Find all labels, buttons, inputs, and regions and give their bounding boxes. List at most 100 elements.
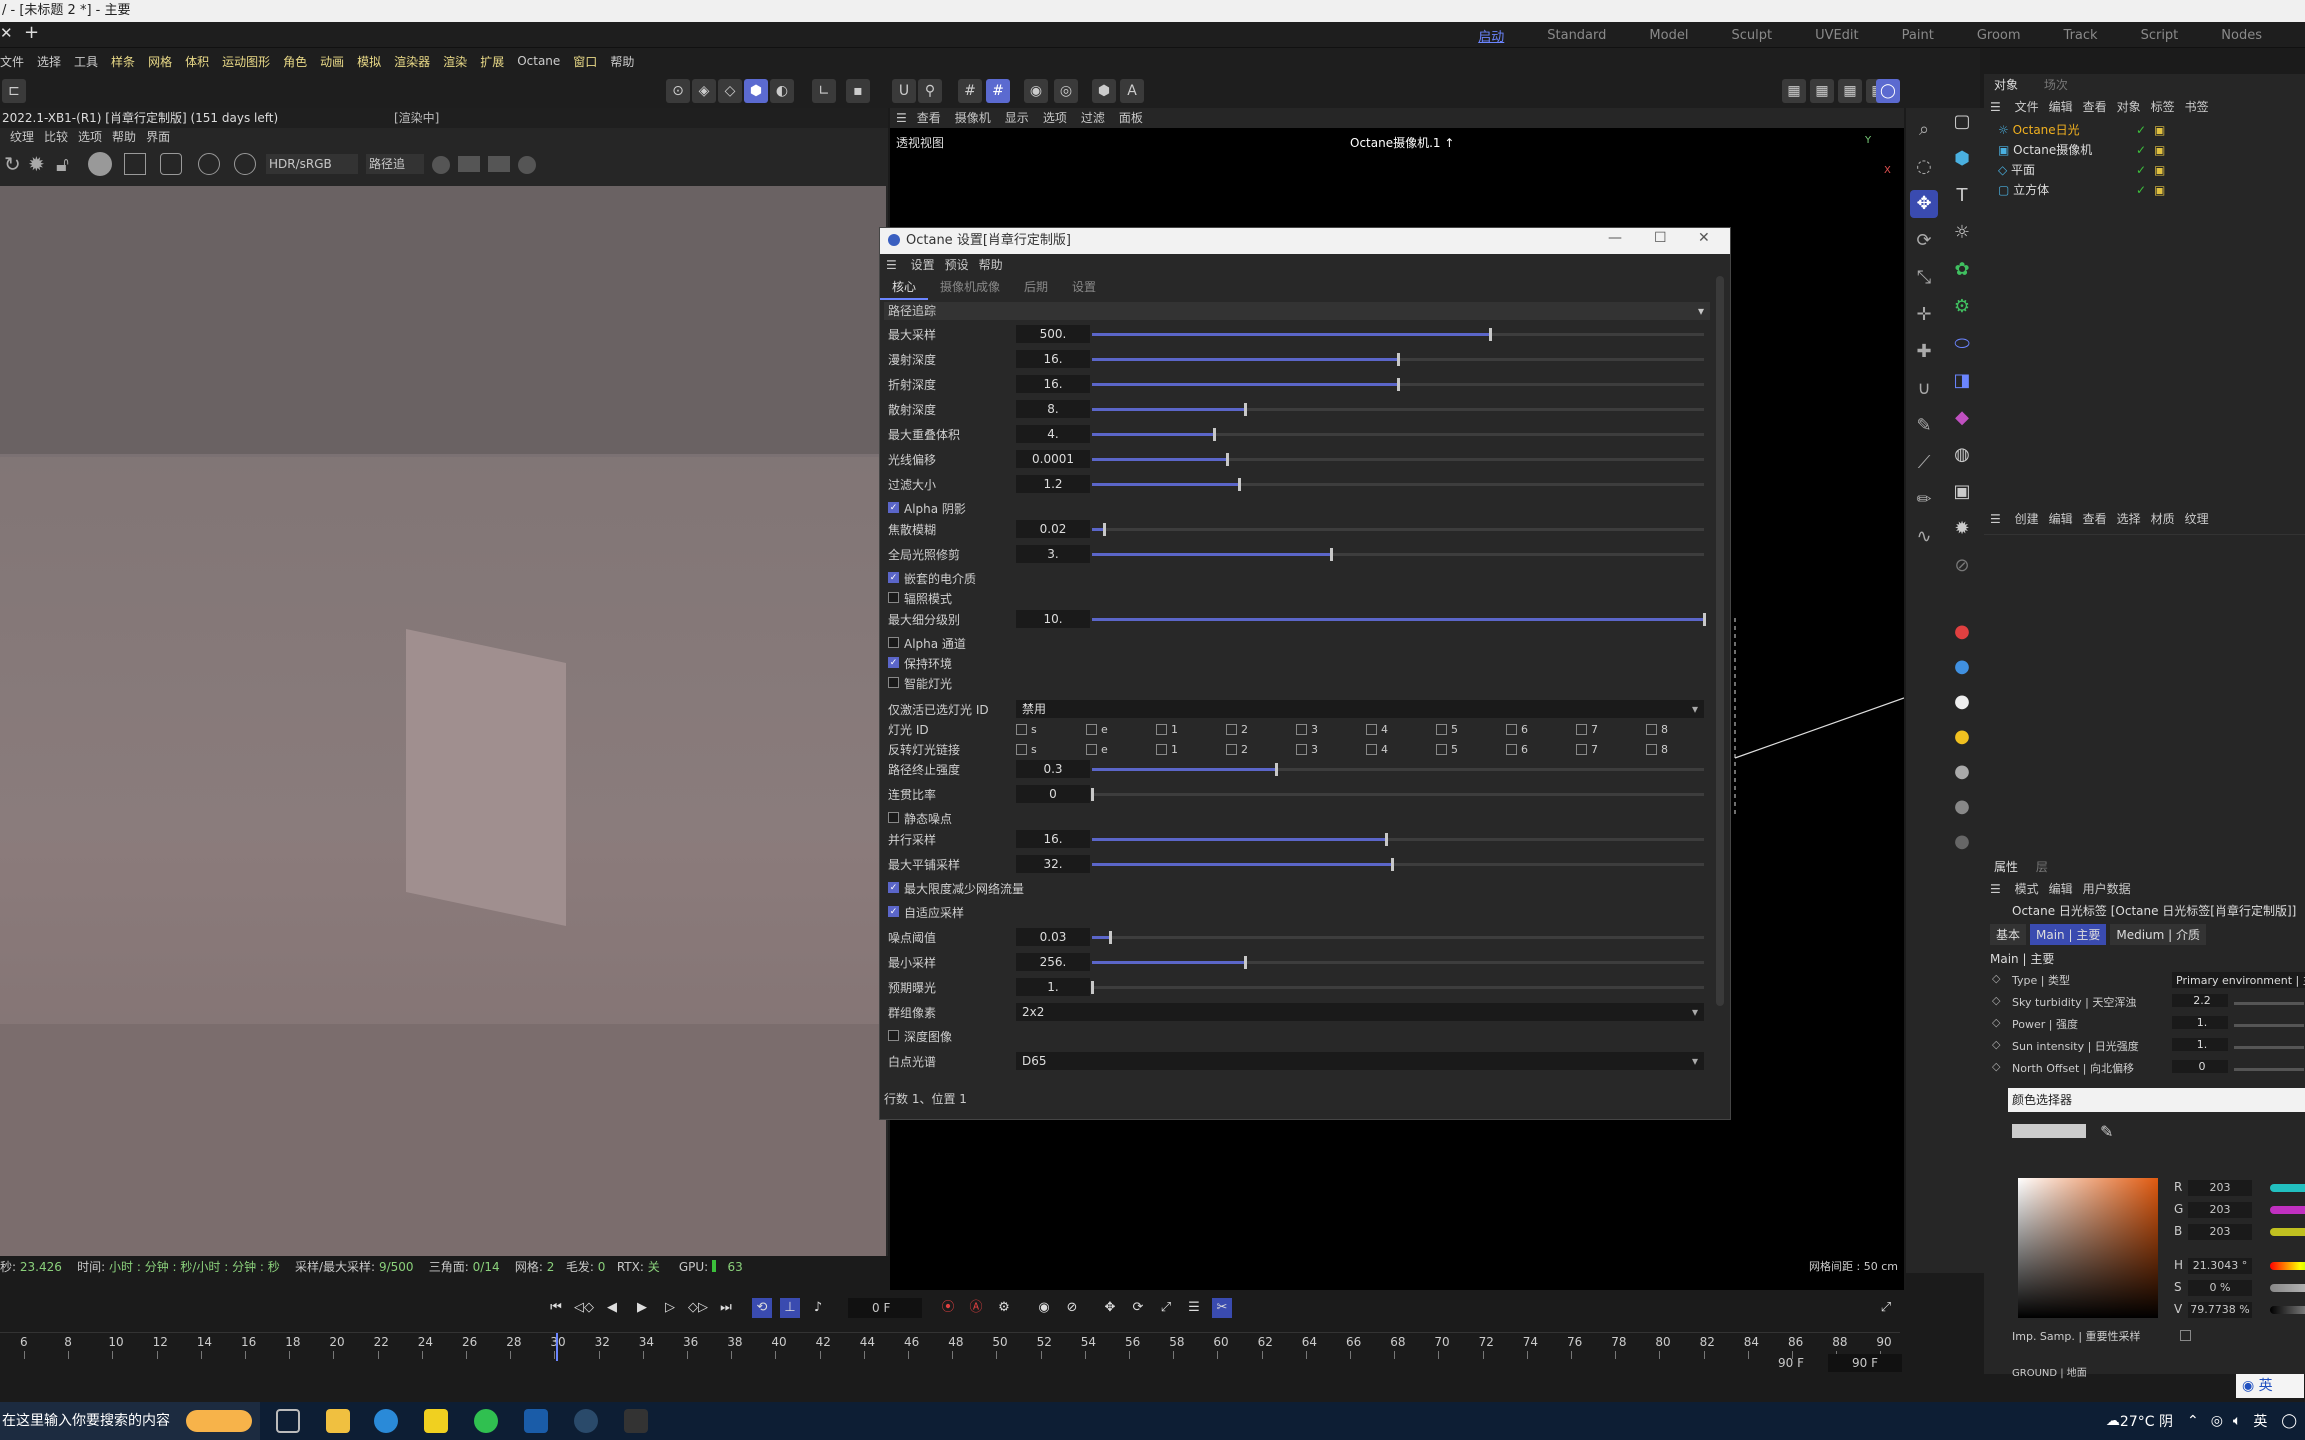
cube-blue-icon[interactable]: ⬢ [1948,145,1976,173]
s-slider[interactable] [2270,1284,2305,1292]
prev-key-icon[interactable]: ◁◇ [574,1298,594,1318]
grid-icon[interactable]: # [958,79,982,103]
param-checkbox[interactable] [888,677,899,688]
current-frame[interactable]: 0 F [848,1298,922,1318]
search-icon[interactable]: ⌕ [1910,116,1938,144]
checkbox-box[interactable] [1156,744,1167,755]
attribute-subtab[interactable]: Medium | 介质 [2110,924,2206,945]
network-icon[interactable]: ◎ [2211,1413,2223,1429]
param-value[interactable]: 256. [1016,953,1090,971]
material-picker-icon[interactable] [234,153,256,175]
channel-icon[interactable] [518,156,536,174]
null-icon[interactable]: ⊘ [1948,552,1976,580]
edge-icon[interactable] [374,1409,398,1433]
s-value[interactable]: 0 % [2188,1280,2252,1296]
app-yellow-icon[interactable] [424,1409,448,1433]
layout-tab[interactable]: Nodes [2221,28,2262,43]
light-id-checkbox[interactable]: 6 [1506,743,1528,756]
move-icon[interactable]: ✥ [1910,190,1938,218]
menu-4[interactable]: 网格 [148,53,172,70]
volume-icon[interactable]: 🔈︎ [2233,1413,2241,1429]
menu-2[interactable]: 工具 [74,53,98,70]
file-explorer-icon[interactable] [326,1409,350,1433]
r-value[interactable]: 203 [2188,1180,2252,1196]
h-value[interactable]: 21.3043 ° [2188,1258,2252,1274]
live-render-icon[interactable]: ◯ [1876,79,1900,103]
scale-key-icon[interactable]: ⤢ [1156,1298,1176,1318]
hamburger-icon[interactable]: ☰ [1990,882,2005,896]
ime-badge[interactable]: ◉ 英 [2236,1374,2304,1398]
light-id-checkbox[interactable]: e [1086,723,1108,736]
live-viewer-menu-item[interactable]: 选项 [78,130,102,144]
slider-knob[interactable] [1244,956,1247,969]
param-value[interactable]: 500. [1016,325,1090,343]
object-mode-icon[interactable]: ⊙ [666,79,690,103]
mograph-icon[interactable]: ◆ [1948,404,1976,432]
imp-samp-checkbox[interactable] [2180,1330,2191,1341]
timeline-mode-icon[interactable]: ⊥ [780,1298,800,1318]
dialog-menu-item[interactable]: 帮助 [979,258,1003,272]
maximize-icon[interactable]: ☐ [1654,230,1667,246]
spline-icon[interactable]: ∿ [1910,523,1938,551]
param-checkbox[interactable] [888,592,899,603]
uv-mode-icon[interactable]: ◐ [770,79,794,103]
checkbox-box[interactable] [1506,744,1517,755]
new-tab-button[interactable]: + [24,22,39,43]
prev-frame-icon[interactable]: ◀ [602,1298,622,1318]
checkbox-box[interactable] [1436,744,1447,755]
weather-text[interactable]: 27°C 阴 [2120,1411,2173,1431]
magnet-tool-icon[interactable]: ∪ [1910,375,1938,403]
param-value[interactable]: 1.2 [1016,475,1090,493]
light-id-checkbox[interactable]: 8 [1646,723,1668,736]
light-id-checkbox[interactable]: 7 [1576,723,1598,736]
slider-knob[interactable] [1397,353,1400,366]
cloner-icon[interactable]: ✿ [1948,256,1976,284]
render-settings-icon[interactable]: ▦ [1838,79,1862,103]
layout-tab[interactable]: Sculpt [1731,28,1772,43]
script-icon[interactable]: A [1120,79,1144,103]
colorspace-select[interactable]: HDR/sRGB [266,154,358,174]
deformer-icon[interactable]: ⬭ [1948,330,1976,358]
light-id-checkbox[interactable]: 1 [1156,723,1178,736]
live-viewer-menu-item[interactable]: 比较 [44,130,68,144]
keyframe-diamond-icon[interactable]: ◇ [1992,994,2000,1007]
param-slider[interactable] [1092,956,1704,969]
param-key-icon[interactable]: ☰ [1184,1298,1204,1318]
film-region-icon[interactable] [160,153,182,175]
param-value[interactable]: 16. [1016,830,1090,848]
menu-11[interactable]: 渲染 [443,53,467,70]
octane-daylight-icon[interactable]: ● [1948,723,1976,751]
h-slider[interactable] [2270,1262,2305,1270]
live-viewer-menu-item[interactable]: 纹理 [10,130,34,144]
checkbox-box[interactable] [1366,744,1377,755]
layout-tab[interactable]: UVEdit [1815,28,1859,43]
snap-off-icon[interactable]: ▪ [846,79,870,103]
checkbox-box[interactable] [1296,724,1307,735]
globe-icon[interactable]: ◍ [1948,441,1976,469]
go-end-icon[interactable]: ⏭ [716,1298,736,1318]
param-value[interactable]: 4. [1016,425,1090,443]
snapshot-icon[interactable] [488,156,510,172]
param-value[interactable]: 0.02 [1016,520,1090,538]
object-name[interactable]: Octane日光 [2013,123,2080,137]
checkbox-box[interactable] [1576,724,1587,735]
layout-icon[interactable]: ⊏ [2,79,26,103]
object-tag-icon[interactable]: ▣ [2154,160,2165,180]
color-swatch[interactable] [2012,1124,2086,1138]
minimize-icon[interactable]: — [1608,230,1622,246]
tab-takes[interactable]: 场次 [2044,78,2068,92]
snap-tool-icon[interactable]: ✚ [1910,338,1938,366]
param-checkbox[interactable]: ✓ [888,572,899,583]
menu-14[interactable]: 窗口 [573,53,597,70]
attribute-menu-item[interactable]: 模式 [2015,882,2039,896]
object-tag-icon[interactable]: ▣ [2154,140,2165,160]
attribute-value[interactable]: 1. [2172,1038,2228,1051]
visibility-check-icon[interactable]: ✓ [2136,160,2146,180]
menu-10[interactable]: 渲染器 [394,53,430,70]
menu-13[interactable]: Octane [517,54,560,68]
checkbox-box[interactable] [1016,724,1027,735]
dialog-tab[interactable]: 后期 [1012,276,1060,298]
object-menu-item[interactable]: 对象 [2117,100,2141,114]
param-value[interactable]: 0.0001 [1016,450,1090,468]
v-slider[interactable] [2270,1306,2305,1314]
